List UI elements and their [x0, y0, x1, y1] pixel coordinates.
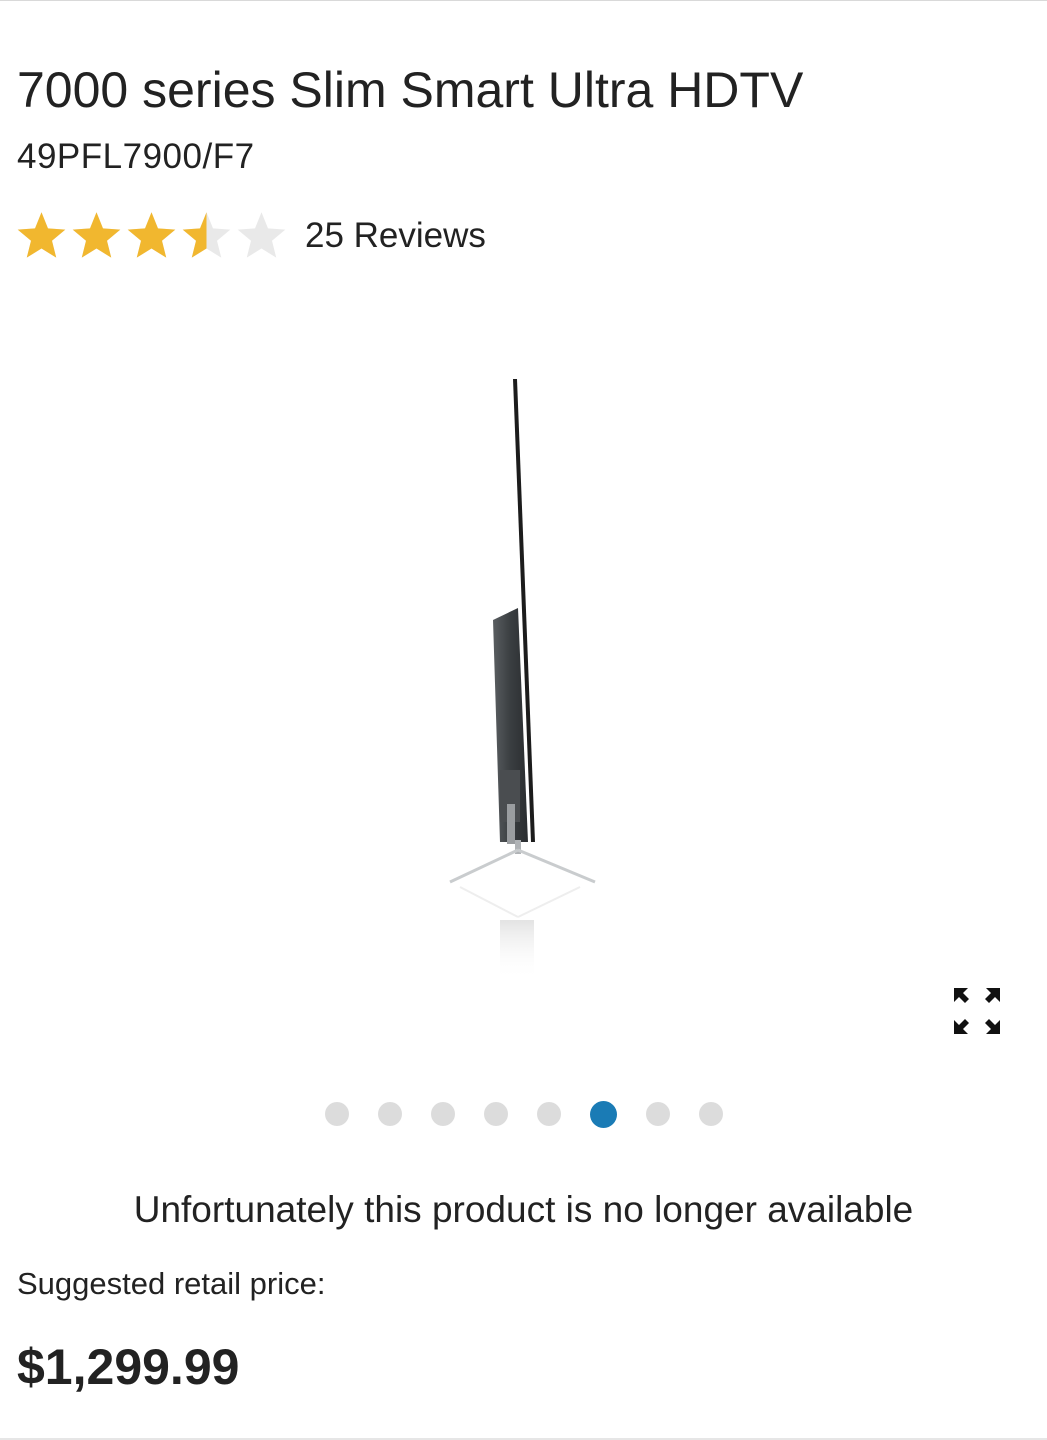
expand-arrows-icon — [954, 988, 1000, 1034]
fullscreen-button[interactable] — [950, 984, 1004, 1038]
star-icon — [237, 211, 286, 258]
tv-side-view-image — [449, 379, 596, 980]
top-divider — [0, 0, 1047, 1]
availability-message: Unfortunately this product is no longer … — [133, 1189, 914, 1230]
carousel-dot[interactable] — [430, 1102, 455, 1126]
star-icon — [72, 211, 121, 258]
carousel-dot[interactable] — [377, 1102, 402, 1126]
price-label: Suggested retail price: — [17, 1266, 326, 1301]
carousel-dot-active[interactable] — [589, 1100, 617, 1128]
star-icon — [127, 211, 176, 258]
carousel-dot[interactable] — [698, 1102, 723, 1126]
star-icon — [182, 211, 231, 258]
carousel-dot[interactable] — [536, 1102, 561, 1126]
product-price: $1,299.99 — [17, 1339, 240, 1395]
product-rating: 25 Reviews — [14, 206, 486, 266]
carousel-dot[interactable] — [324, 1102, 349, 1126]
product-model-number: 49PFL7900/F7 — [17, 137, 255, 176]
product-title: 7000 series Slim Smart Ultra HDTV — [17, 62, 804, 118]
reviews-link[interactable]: 25 Reviews — [305, 214, 486, 258]
product-image[interactable] — [430, 372, 620, 982]
carousel-pagination — [0, 1100, 1047, 1128]
carousel-dot[interactable] — [645, 1102, 670, 1126]
star-rating — [14, 209, 289, 264]
star-icon — [17, 211, 66, 258]
carousel-dot[interactable] — [483, 1102, 508, 1126]
